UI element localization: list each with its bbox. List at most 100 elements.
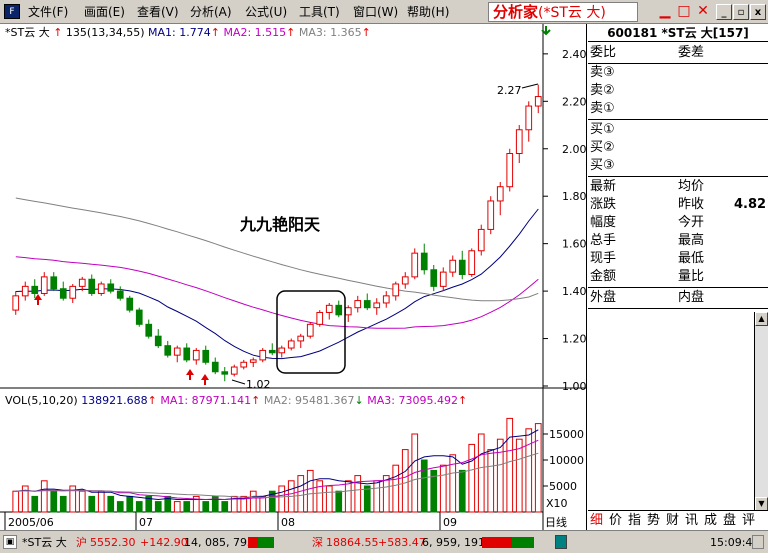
app-icon[interactable]: F	[4, 4, 20, 19]
volume-bar	[40, 480, 48, 513]
price-tick-label: 1.20	[562, 333, 587, 346]
volume-bar	[126, 495, 134, 513]
price-tick-label: 2.40	[562, 48, 587, 61]
scroll-down-icon[interactable]: ▼	[755, 497, 768, 511]
inner-close-icon[interactable]: x	[750, 4, 766, 20]
prev-close-label: 昨收	[678, 197, 705, 212]
range-label: 幅度	[590, 215, 617, 230]
candle-body	[249, 359, 257, 363]
volume-bar	[316, 480, 324, 513]
candle-body	[240, 361, 248, 368]
volume-bar	[439, 464, 447, 513]
quote-header: 600181 *ST云 大[157]	[588, 24, 768, 42]
candle-body	[21, 285, 29, 297]
date-label: 08	[281, 516, 295, 529]
latest-label: 最新	[590, 179, 617, 194]
outer-label: 外盘	[590, 290, 617, 305]
candle-body	[477, 228, 485, 252]
total-vol-label: 总手	[590, 233, 617, 248]
tab-detail[interactable]: 细	[590, 512, 603, 530]
volume-bar	[249, 490, 257, 513]
high-label: 最高	[678, 233, 705, 248]
menu-window[interactable]: 窗口(W)	[353, 4, 398, 20]
trade-scrollbar[interactable]: ▲ ▼	[754, 312, 768, 532]
sz-down-bar-icon	[512, 537, 534, 548]
menu-file[interactable]: 文件(F)	[28, 4, 68, 20]
tab-news[interactable]: 讯	[685, 512, 698, 530]
candle-body	[145, 323, 153, 337]
sh-up-bar-icon	[248, 537, 258, 548]
candle-body	[373, 302, 381, 309]
candle-body	[325, 304, 333, 313]
date-label: 2005/06	[8, 516, 54, 529]
menu-formula[interactable]: 公式(U)	[245, 4, 287, 20]
menu-view-screen[interactable]: 画面(E)	[84, 4, 125, 20]
tab-deal[interactable]: 成	[704, 512, 717, 530]
buy1-row: 买①	[588, 121, 768, 139]
volume-bar	[401, 449, 409, 513]
kline-chart-svg: 2.40 2.20 2.00 1.80 1.60 1.40 1.20 1.00 15000 100…	[0, 24, 587, 530]
low-price-label: 1.02	[246, 378, 271, 391]
scroll-up-icon[interactable]: ▲	[755, 312, 768, 326]
candle-body	[439, 271, 447, 287]
ma1-label: MA1: 1.774	[148, 26, 211, 39]
vol-unit-label: X10	[546, 497, 568, 510]
volume-bar	[154, 501, 162, 513]
inner-restore-icon[interactable]: ▫	[733, 4, 749, 20]
status-stock-name[interactable]: *ST云 大	[22, 535, 67, 550]
vol-value-label: 138921.688	[81, 394, 148, 407]
tab-trend[interactable]: 势	[647, 512, 660, 530]
vol-ma3-up-icon: ↑	[457, 394, 468, 407]
price-legend: *ST云 大 ↑ 135(13,34,55) MA1: 1.774↑ MA2: …	[5, 26, 371, 40]
menu-tools[interactable]: 工具(T)	[299, 4, 340, 20]
candle-body	[59, 288, 67, 299]
price-tick-label: 1.00	[562, 380, 587, 393]
tab-orderbook[interactable]: 盘	[723, 512, 736, 530]
candle-body	[458, 259, 466, 275]
volume-bar	[487, 449, 495, 513]
sh-label: 沪	[76, 536, 87, 549]
candle-body	[382, 295, 390, 304]
tab-review[interactable]: 评	[742, 512, 755, 530]
up-arrow-icon: ↑	[53, 26, 63, 39]
menu-help[interactable]: 帮助(H)	[407, 4, 449, 20]
candle-body	[420, 252, 428, 271]
kline-chart-area[interactable]: 2.40 2.20 2.00 1.80 1.60 1.40 1.20 1.00 15000 100…	[0, 24, 587, 530]
volume-bar	[373, 480, 381, 513]
tab-finance[interactable]: 财	[666, 512, 679, 530]
candle-body	[31, 285, 39, 294]
volume-bar	[59, 495, 67, 513]
restore-icon[interactable]: □	[675, 3, 693, 20]
close-icon[interactable]: ✕	[694, 3, 712, 20]
total-vol-row: 总手 最高	[588, 232, 768, 250]
volume-bar	[97, 490, 105, 513]
sell1-row: 卖①	[588, 100, 768, 118]
minimize-icon[interactable]: ▁	[656, 3, 674, 20]
candle-body	[78, 278, 86, 287]
candle-body	[69, 285, 77, 299]
low-label: 最低	[678, 251, 705, 266]
volume-bar	[506, 417, 514, 513]
range-row: 幅度 今开	[588, 214, 768, 232]
menu-view[interactable]: 查看(V)	[137, 4, 179, 20]
tab-price[interactable]: 价	[609, 512, 622, 530]
price-tick-label: 1.80	[562, 190, 587, 203]
volume-bar	[468, 443, 476, 513]
tab-index[interactable]: 指	[628, 512, 641, 530]
volume-bar	[354, 475, 362, 513]
date-label: 09	[443, 516, 457, 529]
candle-body	[12, 295, 20, 311]
avg-price-label: 均价	[678, 179, 705, 194]
vol-ma2-label: MA2: 95481.367	[263, 394, 355, 407]
inner-minimize-icon[interactable]: _	[716, 4, 732, 20]
vol-ma2-down-icon: ↓	[354, 394, 364, 407]
status-bar: ▣ *ST云 大 沪 5552.30 +142.90 14, 085, 793 …	[0, 530, 768, 553]
menu-analysis[interactable]: 分析(A)	[190, 4, 232, 20]
volume-bar	[306, 469, 314, 513]
vol-tick-label: 15000	[549, 428, 584, 441]
sh-change: +142.90	[140, 536, 188, 549]
stock-icon[interactable]: ▣	[3, 535, 17, 549]
separator	[588, 287, 768, 288]
volume-bar	[515, 438, 523, 513]
price-tick-label: 2.00	[562, 143, 587, 156]
